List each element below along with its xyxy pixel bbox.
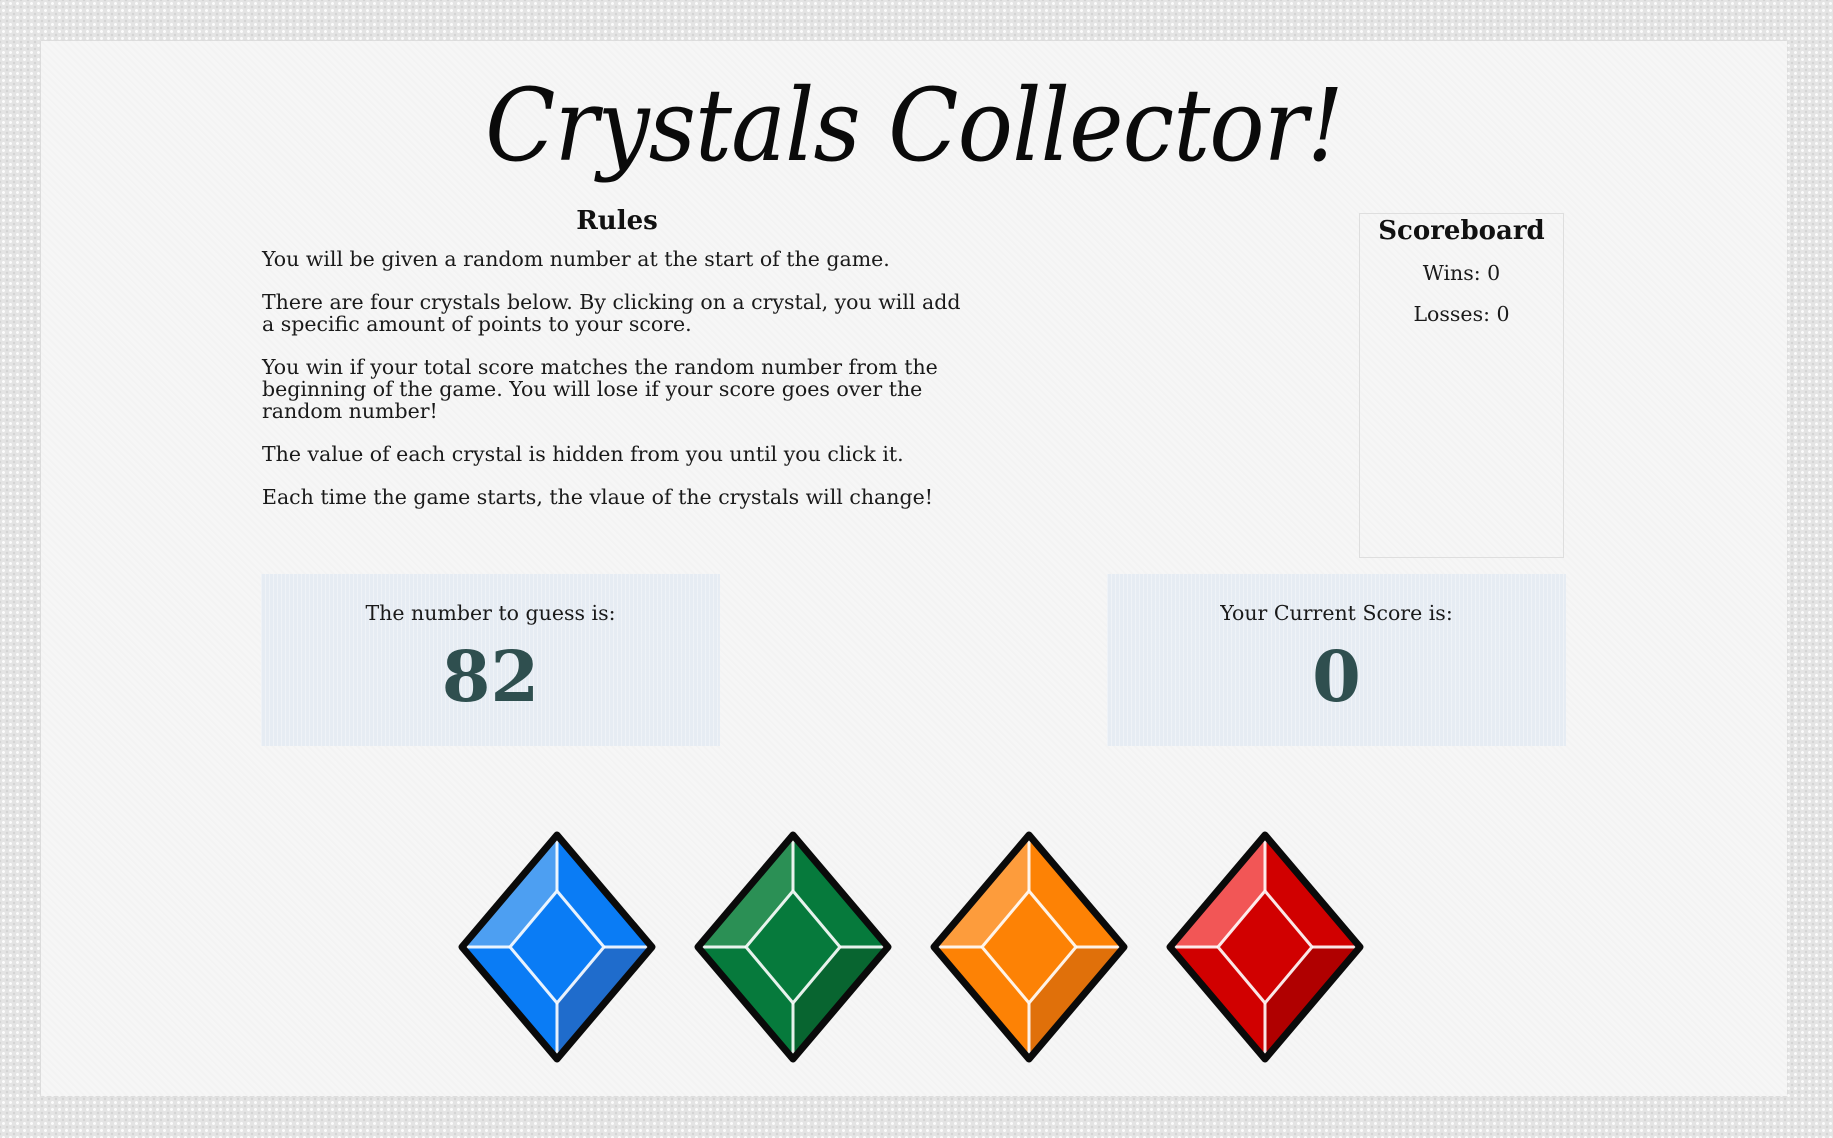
rules-heading: Rules	[576, 206, 658, 236]
target-number-panel: The number to guess is: 82	[261, 574, 720, 746]
losses-count: Losses: 0	[1413, 302, 1510, 326]
blue-crystal-button[interactable]	[456, 829, 658, 1065]
orange-gem-icon	[930, 831, 1128, 1063]
rule-text: The value of each crystal is hidden from…	[262, 442, 904, 466]
current-score-value: 0	[1312, 635, 1361, 718]
orange-crystal-button[interactable]	[928, 829, 1130, 1065]
game-container: Crystals Collector! Rules You will be gi…	[41, 41, 1787, 1096]
current-score-label: Your Current Score is:	[1220, 601, 1453, 625]
scoreboard: Scoreboard Wins: 0 Losses: 0	[1359, 213, 1564, 558]
crystal-row	[456, 829, 1386, 1069]
red-gem-icon	[1166, 831, 1364, 1063]
rules-section: Rules You will be given a random number …	[262, 206, 972, 529]
rule-text: There are four crystals below. By clicki…	[262, 290, 961, 336]
target-number-label: The number to guess is:	[365, 601, 616, 625]
wins-count: Wins: 0	[1422, 261, 1501, 285]
current-score-panel: Your Current Score is: 0	[1107, 574, 1566, 746]
rule-text: You will be given a random number at the…	[262, 247, 890, 271]
rule-text: You win if your total score matches the …	[262, 355, 938, 423]
blue-gem-icon	[458, 831, 656, 1063]
scoreboard-heading: Scoreboard	[1378, 216, 1545, 246]
green-gem-icon	[694, 831, 892, 1063]
green-crystal-button[interactable]	[692, 829, 894, 1065]
target-number-value: 82	[441, 635, 540, 718]
red-crystal-button[interactable]	[1164, 829, 1366, 1065]
rule-text: Each time the game starts, the vlaue of …	[262, 485, 933, 509]
game-title: Crystals Collector!	[485, 67, 1344, 184]
